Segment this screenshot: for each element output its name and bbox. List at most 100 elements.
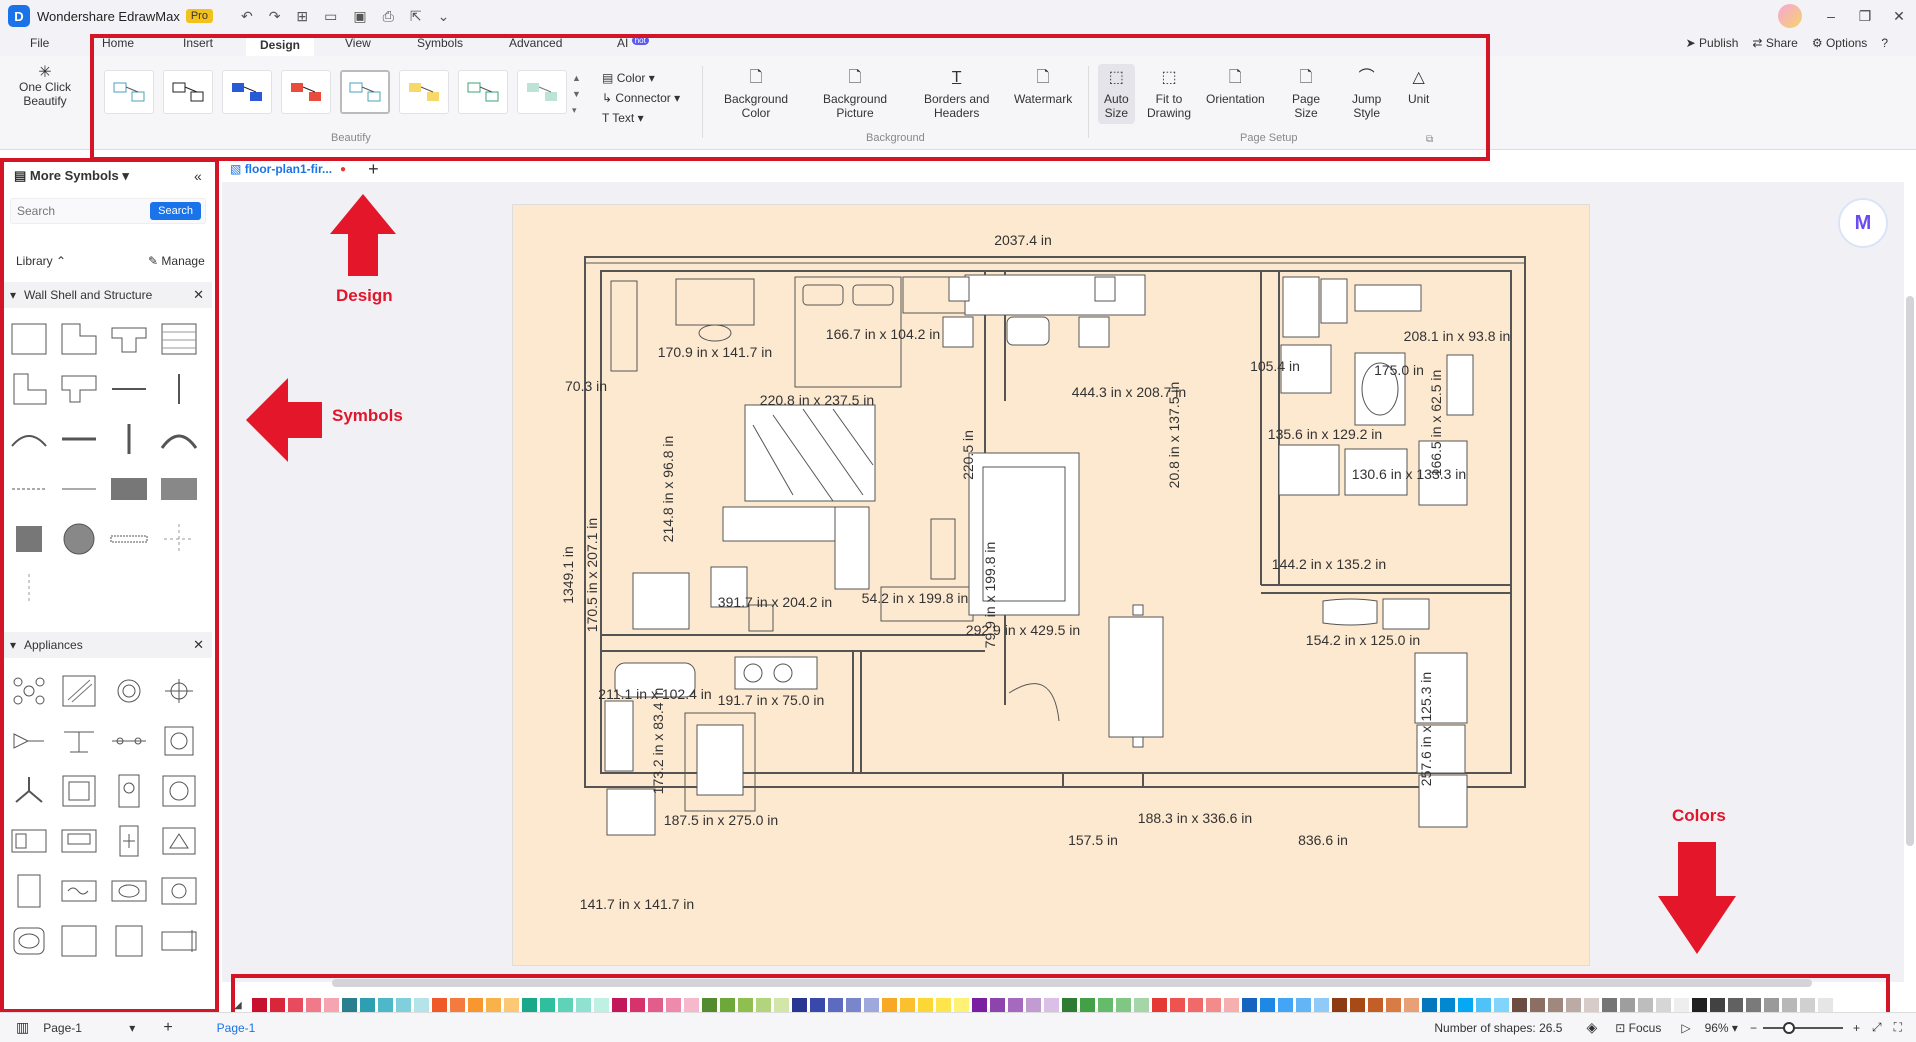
ai-assistant-button[interactable]: M [1838,198,1888,248]
zoom-out-icon[interactable]: − [1750,1021,1757,1035]
color-swatch[interactable] [1151,998,1167,1012]
color-swatch[interactable] [323,998,339,1012]
color-swatch[interactable] [503,998,519,1012]
color-swatch[interactable] [1709,998,1725,1012]
color-swatch[interactable] [1349,998,1365,1012]
save-icon[interactable]: ▣ [353,8,366,25]
color-swatch[interactable] [557,998,573,1012]
color-swatch[interactable] [539,998,555,1012]
color-swatch[interactable] [467,998,483,1012]
color-swatch[interactable] [1493,998,1509,1012]
color-swatch[interactable] [395,998,411,1012]
color-swatch[interactable] [1097,998,1113,1012]
color-swatch[interactable] [1727,998,1743,1012]
color-swatch[interactable] [1367,998,1383,1012]
color-swatch[interactable] [1529,998,1545,1012]
color-swatch[interactable] [1637,998,1653,1012]
zoom-slider[interactable] [1762,1021,1843,1034]
color-swatch[interactable] [971,998,987,1012]
focus-button[interactable]: ⊡ Focus [1615,1021,1661,1035]
color-swatch[interactable] [1565,998,1581,1012]
horizontal-scrollbar[interactable] [332,979,1812,987]
print-icon[interactable]: ⎙ [383,8,394,25]
color-swatch[interactable] [1655,998,1671,1012]
fill-dropdown-icon[interactable]: ◢ [234,1000,242,1011]
options-button[interactable]: ⚙ Options [1812,36,1867,50]
color-swatch[interactable] [305,998,321,1012]
color-swatch[interactable] [1691,998,1707,1012]
page-view-icon[interactable]: ▥ [16,1019,29,1036]
add-page-icon[interactable]: + [163,1019,172,1037]
redo-icon[interactable]: ↷ [269,8,281,25]
more-icon[interactable]: ⌄ [438,8,450,25]
fullscreen-icon[interactable]: ⛶ [1894,1020,1902,1035]
color-swatch[interactable] [1241,998,1257,1012]
share-button[interactable]: ⇄ Share [1752,36,1797,50]
color-swatch[interactable] [1439,998,1455,1012]
color-swatch[interactable] [341,998,357,1012]
color-swatch[interactable] [1673,998,1689,1012]
zoom-slider-handle[interactable] [1782,1021,1795,1034]
color-swatch[interactable] [1061,998,1077,1012]
color-swatch[interactable] [611,998,627,1012]
color-swatch[interactable] [737,998,753,1012]
color-swatch[interactable] [953,998,969,1012]
vertical-scrollbar[interactable] [1906,296,1914,846]
color-swatch[interactable] [773,998,789,1012]
color-swatch[interactable] [593,998,609,1012]
color-swatch[interactable] [1781,998,1797,1012]
color-swatch[interactable] [269,998,285,1012]
color-swatch[interactable] [665,998,681,1012]
color-swatch[interactable] [449,998,465,1012]
color-swatch[interactable] [1583,998,1599,1012]
color-swatch[interactable] [1511,998,1527,1012]
color-swatch[interactable] [1043,998,1059,1012]
color-swatch[interactable] [935,998,951,1012]
add-tab-icon[interactable]: + [368,159,379,180]
color-swatch[interactable] [1007,998,1023,1012]
color-swatch[interactable] [1115,998,1131,1012]
color-swatch[interactable] [1457,998,1473,1012]
one-click-beautify-button[interactable]: ✳ One Click Beautify [10,65,80,109]
color-swatch[interactable] [1169,998,1185,1012]
color-swatch[interactable] [1187,998,1203,1012]
color-swatch[interactable] [647,998,663,1012]
color-swatch[interactable] [1385,998,1401,1012]
color-swatch[interactable] [1763,998,1779,1012]
avatar[interactable] [1778,4,1802,28]
document-tab[interactable]: ▧ floor-plan1-fir... [230,162,332,176]
color-swatch[interactable] [701,998,717,1012]
page-selector[interactable]: Page-1 ▾ [43,1021,135,1035]
color-swatch[interactable] [413,998,429,1012]
color-swatch[interactable] [1799,998,1815,1012]
color-swatch[interactable] [575,998,591,1012]
fit-page-icon[interactable]: ⤢ [1872,1020,1882,1035]
color-swatch[interactable] [1025,998,1041,1012]
color-swatch[interactable] [683,998,699,1012]
color-swatch[interactable] [1313,998,1329,1012]
close-icon[interactable]: ✕ [1882,0,1916,32]
color-swatch[interactable] [1331,998,1347,1012]
color-swatch[interactable] [1277,998,1293,1012]
color-swatch[interactable] [881,998,897,1012]
color-swatch[interactable] [377,998,393,1012]
color-swatch[interactable] [431,998,447,1012]
undo-icon[interactable]: ↶ [241,8,253,25]
color-swatch[interactable] [1421,998,1437,1012]
minimize-icon[interactable]: – [1814,0,1848,32]
color-swatch[interactable] [917,998,933,1012]
color-swatch[interactable] [1403,998,1419,1012]
color-swatch[interactable] [1547,998,1563,1012]
color-swatch[interactable] [1295,998,1311,1012]
floor-plan-page[interactable]: 2037.4 in 170.9 in x 141.7 in 166.7 in x… [512,204,1590,966]
color-swatch[interactable] [863,998,879,1012]
open-folder-icon[interactable]: ▭ [324,8,337,25]
color-swatch[interactable] [989,998,1005,1012]
color-swatch[interactable] [1475,998,1491,1012]
color-swatch[interactable] [719,998,735,1012]
new-page-icon[interactable]: ⊞ [296,8,308,25]
play-icon[interactable]: ▷ [1681,1021,1690,1035]
layers-icon[interactable]: ◈ [1586,1019,1597,1036]
color-swatch[interactable] [1259,998,1275,1012]
maximize-icon[interactable]: ❐ [1848,0,1882,32]
